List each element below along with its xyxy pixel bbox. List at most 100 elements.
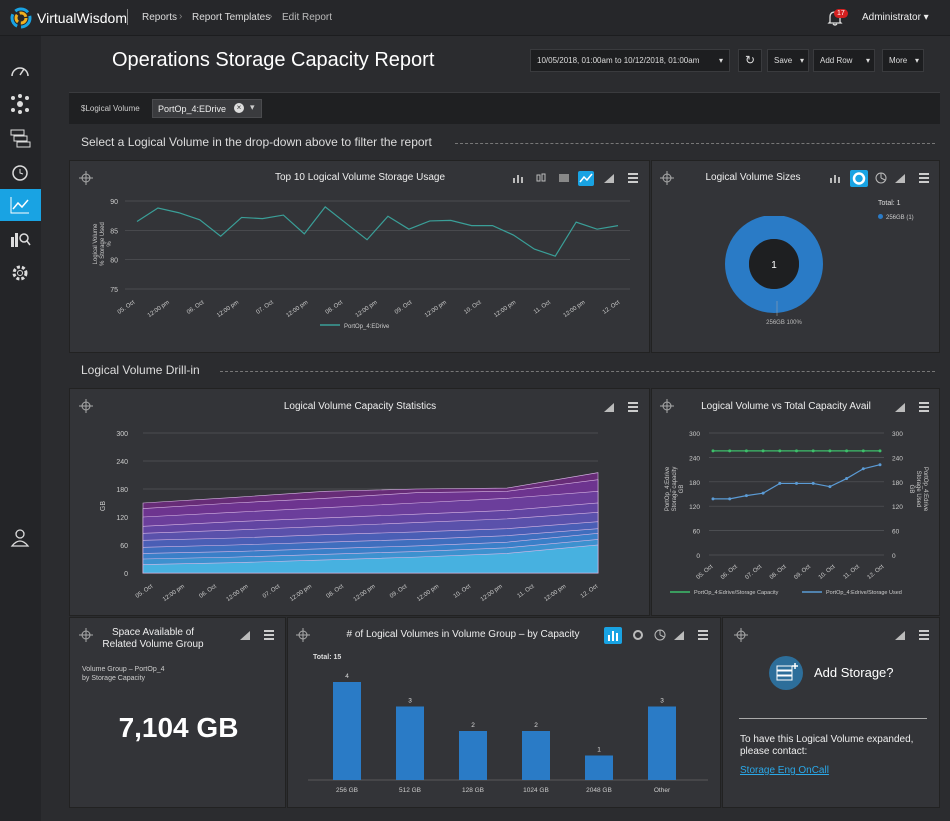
refresh-button[interactable]: ↻ (738, 49, 762, 72)
move-icon[interactable] (79, 399, 93, 413)
x-tick-label: 12:00 pm (226, 584, 250, 603)
pie-chart-icon[interactable] (875, 172, 887, 184)
sidebar-item-alarms[interactable] (0, 156, 41, 188)
breadcrumb-report-templates[interactable]: Report Templates (192, 12, 270, 23)
add-storage-title: Add Storage? (814, 665, 894, 680)
y-tick-label: 90 (110, 199, 118, 206)
sidebar-item-topology[interactable] (0, 88, 41, 120)
sidebar-item-reports[interactable] (0, 189, 41, 221)
menu-icon[interactable] (918, 629, 930, 641)
menu-icon[interactable] (627, 401, 639, 413)
y-tick-label-right: 180 (892, 480, 903, 487)
y-tick-label-left: 180 (689, 480, 700, 487)
y-axis-label-right: PortOp_4:EdriveStorage UsedGB (908, 467, 928, 512)
x-tick-label: 12:00 pm (493, 300, 517, 319)
bar (648, 706, 676, 780)
chevron-down-icon: ▾ (865, 56, 870, 65)
data-point (744, 494, 748, 498)
bar (396, 706, 424, 780)
donut-total: Total: 1 (878, 200, 901, 207)
x-tick-label: 12:00 pm (563, 300, 587, 319)
x-tick-label: 128 GB (462, 787, 484, 794)
sidebar-item-dashboard[interactable] (0, 54, 41, 86)
menu-icon[interactable] (918, 401, 930, 413)
sidebar-item-settings[interactable] (0, 257, 41, 289)
save-button[interactable]: Save ▾ (767, 49, 809, 72)
data-point (761, 449, 765, 453)
move-icon[interactable] (660, 171, 674, 185)
storage-icon (769, 656, 803, 690)
chevron-down-icon: ▾ (914, 56, 919, 65)
x-tick-label: 07. Oct (255, 300, 275, 316)
donut-chart-icon[interactable] (850, 170, 868, 187)
move-icon[interactable] (660, 399, 674, 413)
x-tick-label: 11. Oct (843, 564, 862, 581)
legend-label: PortOp_4:Edrive/Storage Used (826, 590, 902, 596)
page-title: Operations Storage Capacity Report (112, 49, 435, 71)
sidebar (0, 36, 41, 821)
area-chart-icon[interactable] (894, 401, 906, 413)
bar-chart-icon[interactable] (604, 627, 622, 644)
more-button[interactable]: More ▾ (882, 49, 924, 72)
user-icon (10, 529, 30, 547)
chevron-right-icon: › (179, 11, 183, 22)
y-tick-label: 240 (116, 459, 128, 466)
data-point (828, 449, 832, 453)
date-range-picker[interactable]: 10/05/2018, 01:00am to 10/12/2018, 01:00… (530, 49, 730, 72)
donut-chart-icon[interactable] (632, 629, 644, 641)
area-chart-icon[interactable] (673, 629, 685, 641)
user-menu[interactable]: Administrator ▾ (862, 12, 929, 23)
panel-add-storage: Add Storage? To have this Logical Volume… (722, 617, 940, 808)
chevron-down-icon[interactable]: ▾ (250, 102, 255, 113)
data-point (728, 497, 732, 501)
menu-icon[interactable] (263, 629, 275, 641)
boxplot-icon[interactable] (535, 172, 547, 184)
x-tick-label: 06. Oct (720, 564, 739, 581)
data-point (828, 485, 832, 489)
x-tick-label: 256 GB (336, 787, 358, 794)
y-axis-label: GB (100, 501, 107, 511)
panel-volume-groups: # of Logical Volumes in Volume Group – b… (287, 617, 721, 808)
chart-search-icon (11, 233, 31, 247)
area-chart-icon[interactable] (239, 629, 251, 641)
date-range-value: 10/05/2018, 01:00am to 10/12/2018, 01:00… (537, 56, 700, 65)
bar-value-label: 2 (534, 722, 538, 729)
area-chart-icon[interactable] (894, 629, 906, 641)
data-point (795, 449, 798, 453)
x-tick-label: 05. Oct (117, 300, 137, 316)
area-chart-icon[interactable] (603, 172, 615, 184)
area-chart-icon[interactable] (603, 401, 615, 413)
sidebar-item-analytics[interactable] (0, 223, 41, 255)
bar-value-label: 1 (597, 747, 601, 754)
menu-icon[interactable] (918, 172, 930, 184)
storage-eng-oncall-link[interactable]: Storage Eng OnCall (740, 765, 829, 776)
panel-space-available: Space Available of Related Volume Group … (69, 617, 286, 808)
menu-icon[interactable] (697, 629, 709, 641)
move-icon[interactable] (79, 171, 93, 185)
breadcrumb-reports[interactable]: Reports (142, 12, 177, 23)
move-icon[interactable] (296, 628, 310, 642)
add-row-button[interactable]: Add Row ▾ (813, 49, 875, 72)
move-icon[interactable] (734, 628, 748, 642)
x-tick-label: 08. Oct (769, 564, 788, 581)
pie-chart-icon[interactable] (654, 629, 666, 641)
y-tick-label: 85 (110, 228, 118, 235)
y-tick-label-right: 120 (892, 504, 903, 511)
bar-value-label: 3 (408, 698, 412, 705)
sidebar-item-inventory[interactable] (0, 122, 41, 154)
section-drill-in: Logical Volume Drill-in (81, 363, 200, 377)
donut-center-count: 1 (771, 260, 777, 271)
legend-label: 256GB (1) (886, 215, 914, 221)
clear-icon[interactable]: × (234, 103, 244, 113)
bar (333, 682, 361, 780)
area-chart-icon[interactable] (894, 172, 906, 184)
logical-volume-select[interactable]: PortOp_4:EDrive × ▾ (152, 99, 262, 118)
x-tick-label: 12:00 pm (416, 584, 440, 603)
line-chart-icon[interactable] (578, 171, 594, 186)
x-tick-label: 12:00 pm (216, 300, 240, 319)
heatmap-icon[interactable] (558, 172, 570, 184)
bar-chart-icon[interactable] (512, 172, 524, 184)
sidebar-item-user[interactable] (0, 522, 41, 554)
bar-chart-icon[interactable] (829, 172, 841, 184)
menu-icon[interactable] (627, 172, 639, 184)
